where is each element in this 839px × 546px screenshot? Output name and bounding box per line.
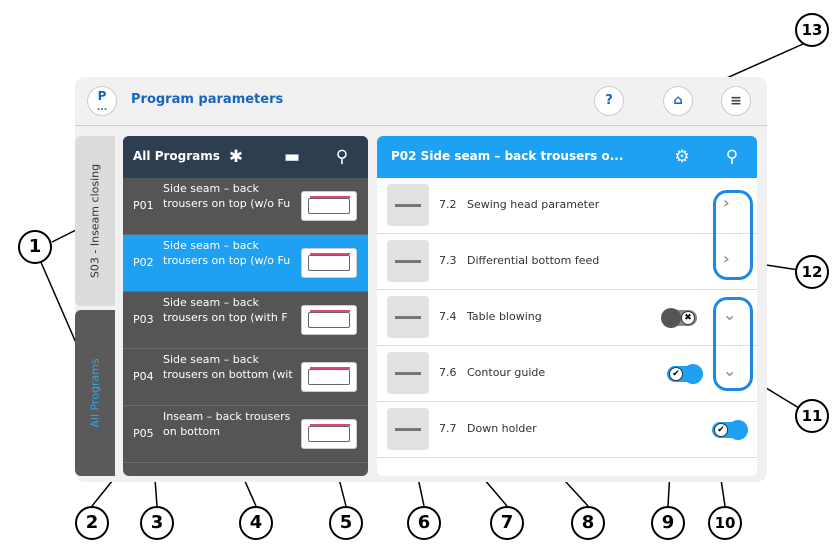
parameters-panel-title: P02 Side seam – back trousers o...	[391, 149, 624, 163]
logo-dots: ...	[96, 103, 108, 113]
program-thumbnail	[301, 191, 357, 221]
callout-1: 1	[18, 230, 52, 264]
program-number: P04	[133, 370, 154, 383]
toggle-switch-on[interactable]: ✔	[712, 420, 748, 440]
parameter-number: 7.3	[439, 254, 457, 267]
parameter-number: 7.2	[439, 198, 457, 211]
callout-11: 11	[795, 399, 829, 433]
help-button[interactable]: ?	[594, 86, 624, 116]
vertical-tab-bar: S03 - Inseam closing All Programs	[75, 136, 115, 476]
program-number: P05	[133, 427, 154, 440]
program-name: Inseam – back trousers on bottom	[163, 410, 291, 438]
program-thumbnail	[301, 305, 357, 335]
toggle-knob	[661, 308, 681, 328]
header-divider	[75, 125, 767, 126]
programs-panel: All Programs ✱ ▬ ⚲ P01 Side seam – back …	[123, 136, 368, 476]
program-row[interactable]: P01 Side seam – back trousers on top (w/…	[123, 178, 368, 235]
callout-7: 7	[490, 506, 524, 540]
program-settings-icon[interactable]: ✱	[225, 146, 247, 168]
toggle-switch-on[interactable]: ✔	[667, 364, 703, 384]
toggle-knob	[728, 420, 748, 440]
parameter-label: Table blowing	[467, 310, 542, 323]
callout-6: 6	[407, 506, 441, 540]
check-icon: ✔	[669, 367, 683, 381]
tab-station-label: S03 - Inseam closing	[88, 163, 102, 279]
parameters-panel: P02 Side seam – back trousers o... ⚙ ⚲ 7…	[377, 136, 757, 476]
program-name: Side seam – back trousers on bottom (wit	[163, 353, 293, 381]
parameter-row[interactable]: 7.6 Contour guide ✔ ⌄	[377, 346, 757, 402]
search-icon[interactable]: ⚲	[331, 146, 353, 168]
program-number: P01	[133, 199, 154, 212]
parameters-panel-header: P02 Side seam – back trousers o... ⚙ ⚲	[377, 136, 757, 178]
parameter-number: 7.7	[439, 422, 457, 435]
app-screen: P ... Program parameters ? ⌂ ≡ S03 - Ins…	[75, 77, 767, 482]
home-button[interactable]: ⌂	[663, 86, 693, 116]
program-thumbnail	[301, 248, 357, 278]
callout-5: 5	[329, 506, 363, 540]
app-header: P ... Program parameters ? ⌂ ≡	[75, 77, 767, 125]
tab-station[interactable]: S03 - Inseam closing	[75, 136, 115, 306]
toggle-switch-off[interactable]: ✖	[661, 308, 697, 328]
parameter-number: 7.6	[439, 366, 457, 379]
chevron-highlight-frame	[713, 297, 753, 391]
parameter-label: Down holder	[467, 422, 537, 435]
parameter-row[interactable]: 7.2 Sewing head parameter ›	[377, 178, 757, 234]
program-number: P03	[133, 313, 154, 326]
program-number: P02	[133, 256, 154, 269]
tab-all-programs[interactable]: All Programs	[75, 310, 115, 476]
check-icon: ✔	[714, 423, 728, 437]
program-row[interactable]: P04 Side seam – back trousers on bottom …	[123, 349, 368, 406]
contour-guide-icon	[387, 352, 429, 394]
feed-icon	[387, 240, 429, 282]
parameter-number: 7.4	[439, 310, 457, 323]
parameter-label: Contour guide	[467, 366, 546, 379]
toggle-knob	[683, 364, 703, 384]
program-thumbnail	[301, 362, 357, 392]
programs-panel-header: All Programs ✱ ▬ ⚲	[123, 136, 368, 178]
callout-4: 4	[239, 506, 273, 540]
app-logo[interactable]: P ...	[87, 86, 117, 116]
menu-button[interactable]: ≡	[721, 86, 751, 116]
program-row[interactable]: P03 Side seam – back trousers on top (wi…	[123, 292, 368, 349]
search-icon[interactable]: ⚲	[721, 146, 743, 168]
down-holder-icon	[387, 408, 429, 450]
callout-8: 8	[571, 506, 605, 540]
callout-3: 3	[140, 506, 174, 540]
program-name: Side seam – back trousers on top (w/o Fu	[163, 239, 291, 267]
parameter-row[interactable]: 7.3 Differential bottom feed ›	[377, 234, 757, 290]
program-name: Side seam – back trousers on top (w/o Fu	[163, 182, 291, 210]
parameter-label: Differential bottom feed	[467, 254, 600, 267]
program-name: Side seam – back trousers on top (with F	[163, 296, 288, 324]
program-row-selected[interactable]: P02 Side seam – back trousers on top (w/…	[123, 235, 368, 292]
callout-12: 12	[795, 255, 829, 289]
x-icon: ✖	[681, 311, 695, 325]
parameter-row[interactable]: 7.7 Down holder ✔	[377, 402, 757, 458]
table-blowing-icon	[387, 296, 429, 338]
parameter-label: Sewing head parameter	[467, 198, 600, 211]
copy-program-icon[interactable]: ▬	[281, 146, 303, 168]
parameter-row[interactable]: 7.4 Table blowing ✖ ⌄	[377, 290, 757, 346]
callout-13: 13	[795, 13, 829, 47]
callout-2: 2	[75, 506, 109, 540]
page-title: Program parameters	[131, 92, 284, 107]
callout-10: 10	[708, 506, 742, 540]
tab-all-programs-label: All Programs	[88, 358, 102, 428]
gear-icon[interactable]: ⚙	[671, 146, 693, 168]
callout-9: 9	[651, 506, 685, 540]
chevron-highlight-frame	[713, 190, 753, 280]
programs-panel-title: All Programs	[133, 149, 220, 163]
logo-letter: P	[97, 89, 107, 103]
program-thumbnail	[301, 419, 357, 449]
sewing-head-icon	[387, 184, 429, 226]
program-row[interactable]: P05 Inseam – back trousers on bottom	[123, 406, 368, 463]
